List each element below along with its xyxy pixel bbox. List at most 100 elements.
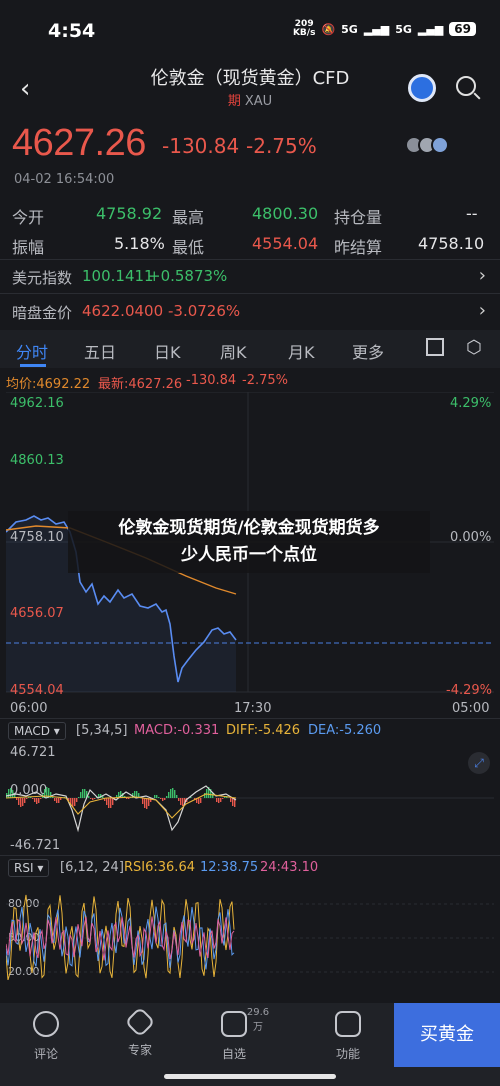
macd-bar — [126, 798, 128, 799]
signal-bars-icon: ▂▄▆ — [363, 22, 390, 36]
open-interest: -- — [466, 204, 478, 223]
macd-bar — [180, 798, 182, 805]
macd-bar — [164, 798, 166, 800]
macd-bar — [144, 798, 146, 808]
macd-bar — [166, 796, 168, 798]
macd-chart[interactable] — [6, 740, 494, 852]
macd-bar — [82, 789, 84, 798]
macd-bar — [112, 798, 114, 805]
header: ‹ 伦敦金（现货黄金）CFD 期 XAU — [0, 62, 500, 120]
macd-bar — [58, 798, 60, 803]
rsi-chart[interactable] — [6, 880, 494, 996]
x-label-mid: 17:30 — [234, 701, 272, 716]
pct-label-mid: 0.00% — [450, 530, 492, 545]
macd-bar — [182, 798, 184, 806]
macd-bar — [76, 798, 78, 802]
macd-bar — [128, 798, 130, 799]
watchlist-button[interactable]: 自选 29.6万 — [194, 1007, 274, 1062]
tab-weekly[interactable]: 周K — [220, 339, 247, 363]
macd-bar — [160, 798, 162, 799]
macd-bar — [218, 798, 220, 803]
search-icon[interactable] — [456, 76, 476, 96]
watch-count: 29.6万 — [246, 1007, 270, 1033]
macd-bar — [50, 792, 52, 798]
macd-bar — [222, 798, 224, 799]
discussion-avatars[interactable] — [405, 136, 449, 154]
macd-bar — [178, 798, 180, 801]
grid-layout-icon[interactable] — [426, 338, 444, 356]
signal-5g-1: 5G — [341, 22, 358, 36]
high-value: 4800.30 — [252, 204, 319, 223]
chart-period-tabs: 分时 五日 日K 周K 月K 更多 ⬡ — [0, 330, 500, 368]
prev-settle: 4758.10 — [418, 234, 485, 253]
tab-five-day[interactable]: 五日 — [84, 339, 116, 363]
active-tab-indicator — [20, 364, 46, 367]
function-button[interactable]: 功能 — [308, 1011, 388, 1062]
chevron-right-icon: › — [478, 300, 486, 321]
price-change-pct: -2.75% — [246, 134, 317, 158]
macd-bar — [22, 798, 24, 806]
dea-value: DEA:-5.260 — [308, 723, 382, 738]
macd-bar — [74, 798, 76, 806]
macd-bar — [232, 798, 234, 806]
x-label-end: 05:00 — [452, 701, 490, 716]
macd-bar — [18, 798, 20, 805]
tab-daily[interactable]: 日K — [154, 339, 181, 363]
macd-selector[interactable]: MACD ▾ — [8, 722, 66, 740]
macd-bar — [200, 798, 202, 803]
signal-bars-icon: ▂▄▆ — [417, 22, 444, 36]
macd-bar — [162, 798, 164, 801]
macd-bar — [198, 798, 200, 804]
macd-bar — [216, 798, 218, 802]
rsi12-value: 12:38.75 — [200, 860, 259, 875]
macd-bar — [32, 798, 34, 799]
signal-5g-2: 5G — [395, 22, 412, 36]
macd-bar — [24, 798, 26, 803]
rsi24-value: 24:43.10 — [260, 860, 319, 875]
avg-price-legend: 均价:4692.22 — [6, 377, 91, 392]
y-label-upper: 4860.13 — [10, 453, 64, 468]
headline-banner: 伦敦金现货期货/伦敦金现货期货多 少人民币一个点位 — [118, 518, 380, 565]
macd-bar — [154, 795, 156, 798]
quote-stats: 今开 4758.92 最高 4800.30 持仓量 -- 振幅 5.18% 最低… — [12, 204, 485, 257]
macd-bar — [156, 795, 158, 798]
tab-more[interactable]: 更多 — [352, 339, 384, 363]
macd-bar — [224, 797, 226, 798]
macd-bar — [106, 798, 108, 805]
y-label-mid: 4758.10 — [10, 530, 64, 545]
macd-bar — [40, 798, 42, 799]
low-value: 4554.04 — [252, 234, 319, 253]
related-dollar-index[interactable]: 美元指数 100.1411 +0.5873% › — [0, 259, 500, 293]
macd-bar — [172, 788, 174, 798]
macd-bar — [174, 790, 176, 798]
y-label-lower: 4656.07 — [10, 606, 64, 621]
y-label-low: 4554.04 — [10, 683, 64, 698]
macd-bar — [88, 796, 90, 798]
macd-bar — [8, 789, 10, 798]
macd-bar — [158, 797, 160, 798]
macd-bar — [142, 798, 144, 804]
legend-change-pct: -2.75% — [242, 373, 288, 388]
ai-assistant-icon[interactable] — [408, 74, 436, 102]
macd-bar — [20, 798, 22, 807]
settings-hex-icon[interactable]: ⬡ — [466, 337, 482, 358]
macd-bar — [94, 798, 96, 799]
expert-button[interactable]: 专家 — [100, 1006, 180, 1058]
comment-button[interactable]: 评论 — [6, 1011, 86, 1062]
related-dark-gold[interactable]: 暗盘金价 4622.0400 -3.0726% › — [0, 293, 500, 329]
macd-bar — [90, 798, 92, 799]
macd-bar — [16, 798, 18, 800]
buy-gold-button[interactable]: 买黄金 — [394, 1003, 500, 1067]
tab-intraday[interactable]: 分时 — [16, 339, 48, 363]
macd-bar — [78, 797, 80, 798]
amplitude-value: 5.18% — [114, 234, 165, 253]
macd-bar — [80, 792, 82, 798]
x-label-start: 06:00 — [10, 701, 48, 716]
home-indicator[interactable] — [164, 1074, 336, 1079]
tab-monthly[interactable]: 月K — [288, 339, 315, 363]
function-icon — [335, 1011, 361, 1037]
macd-bar — [108, 798, 110, 808]
rsi-selector[interactable]: RSI ▾ — [8, 859, 50, 877]
open-value: 4758.92 — [96, 204, 163, 223]
macd-bar — [10, 788, 12, 798]
